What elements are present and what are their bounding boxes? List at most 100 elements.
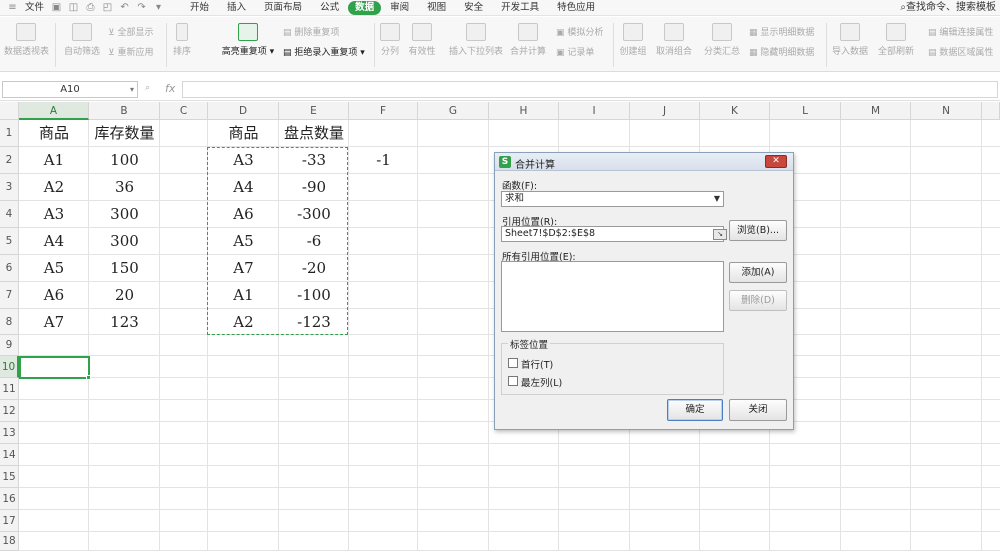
data-cell[interactable]: 300: [89, 201, 160, 228]
menu-tab[interactable]: 特色应用: [548, 1, 604, 15]
browse-button[interactable]: 浏览(B)...: [729, 220, 787, 241]
show-all-button[interactable]: ⊻ 全部显示: [108, 25, 153, 38]
column-header[interactable]: H: [489, 102, 559, 120]
data-cell[interactable]: A4: [19, 228, 89, 255]
menu-tab[interactable]: 视图: [418, 1, 455, 15]
chevron-down-icon[interactable]: ▾: [152, 2, 165, 13]
dialog-title-bar[interactable]: S 合并计算 ✕: [495, 153, 793, 171]
column-header[interactable]: B: [89, 102, 160, 120]
redo-icon[interactable]: ↷: [135, 2, 148, 13]
left-column-checkbox[interactable]: [508, 376, 518, 386]
column-header[interactable]: L: [770, 102, 841, 120]
menu-tab[interactable]: 开始: [181, 1, 218, 15]
range-picker-icon[interactable]: ↘: [713, 229, 727, 240]
row-header[interactable]: 6: [0, 255, 19, 282]
delete-duplicates-button[interactable]: ▤ 删除重复项: [283, 25, 339, 38]
row-header[interactable]: 4: [0, 201, 19, 228]
chevron-down-icon[interactable]: ▾: [130, 82, 134, 97]
column-header[interactable]: D: [208, 102, 279, 120]
data-cell[interactable]: A2: [19, 174, 89, 201]
select-all-corner[interactable]: [0, 102, 19, 120]
edit-links-button[interactable]: ▤ 编辑连接属性: [928, 25, 993, 38]
reject-duplicates-button[interactable]: ▤ 拒绝录入重复项 ▾: [283, 45, 365, 58]
print-icon[interactable]: ⎙: [84, 2, 97, 13]
ok-button[interactable]: 确定: [667, 399, 723, 421]
reapply-button[interactable]: ⊻ 重新应用: [108, 45, 153, 58]
zoom-icon[interactable]: ⌕: [145, 83, 150, 93]
validity-button[interactable]: 有效性: [405, 23, 439, 57]
menu-tab[interactable]: 页面布局: [255, 1, 311, 15]
row-header[interactable]: 12: [0, 400, 19, 422]
consolidate-button[interactable]: 合并计算: [508, 23, 548, 57]
menu-tab[interactable]: 安全: [455, 1, 492, 15]
column-header[interactable]: J: [630, 102, 700, 120]
header-cell[interactable]: 商品: [19, 120, 89, 147]
export-icon[interactable]: ◫: [67, 2, 80, 13]
row-header[interactable]: 10: [0, 356, 19, 378]
column-header[interactable]: C: [160, 102, 208, 120]
simulation-button[interactable]: ▣ 模拟分析: [556, 25, 603, 38]
close-button[interactable]: ✕: [765, 155, 787, 168]
formula-input[interactable]: [182, 81, 998, 98]
header-cell[interactable]: 库存数量: [89, 120, 160, 147]
row-header[interactable]: 5: [0, 228, 19, 255]
name-box[interactable]: A10 ▾: [2, 81, 138, 98]
data-cell[interactable]: 123: [89, 309, 160, 335]
function-select[interactable]: 求和 ▼: [501, 191, 724, 207]
range-properties-button[interactable]: ▤ 数据区域属性: [928, 45, 993, 58]
split-column-button[interactable]: 分列: [378, 23, 402, 57]
header-cell[interactable]: 商品: [208, 120, 279, 147]
hide-detail-button[interactable]: ▦ 隐藏明细数据: [749, 45, 814, 58]
data-cell[interactable]: A7: [19, 309, 89, 335]
menu-tab[interactable]: 公式: [311, 1, 348, 15]
row-header[interactable]: 1: [0, 120, 19, 147]
highlight-duplicates-button[interactable]: 高亮重复项 ▾: [220, 23, 276, 57]
close-dialog-button[interactable]: 关闭: [729, 399, 787, 421]
row-header[interactable]: 11: [0, 378, 19, 400]
active-cell[interactable]: [19, 356, 90, 379]
add-button[interactable]: 添加(A): [729, 262, 787, 283]
row-header[interactable]: 9: [0, 335, 19, 356]
header-cell[interactable]: 盘点数量: [279, 120, 349, 147]
column-header[interactable]: N: [911, 102, 982, 120]
row-header[interactable]: 16: [0, 488, 19, 510]
column-header[interactable]: K: [700, 102, 770, 120]
data-cell[interactable]: 100: [89, 147, 160, 174]
record-form-button[interactable]: ▣ 记录单: [556, 45, 594, 58]
pivot-table-button[interactable]: 数据透视表: [4, 23, 49, 57]
column-header[interactable]: M: [841, 102, 911, 120]
data-cell[interactable]: A6: [19, 282, 89, 309]
insert-dropdown-button[interactable]: 插入下拉列表: [448, 23, 504, 57]
delete-button[interactable]: 删除(D): [729, 290, 787, 311]
row-header[interactable]: 8: [0, 309, 19, 335]
sort-button[interactable]: 排序: [170, 23, 194, 57]
column-header[interactable]: I: [559, 102, 630, 120]
menu-tab[interactable]: 审阅: [381, 1, 418, 15]
row-header[interactable]: 7: [0, 282, 19, 309]
menu-tab[interactable]: 开发工具: [492, 1, 548, 15]
data-cell[interactable]: 300: [89, 228, 160, 255]
column-header[interactable]: E: [279, 102, 349, 120]
fill-handle[interactable]: [86, 375, 91, 380]
row-header[interactable]: 14: [0, 444, 19, 466]
undo-icon[interactable]: ↶: [118, 2, 131, 13]
column-header[interactable]: A: [19, 102, 89, 120]
column-header[interactable]: F: [349, 102, 418, 120]
create-group-button[interactable]: 创建组: [617, 23, 649, 57]
all-references-list[interactable]: [501, 261, 724, 332]
subtotal-button[interactable]: 分类汇总: [702, 23, 742, 57]
row-header[interactable]: 15: [0, 466, 19, 488]
data-cell[interactable]: A3: [19, 201, 89, 228]
column-header[interactable]: G: [418, 102, 489, 120]
data-cell[interactable]: 20: [89, 282, 160, 309]
command-search[interactable]: ⌕查找命令、搜索模板: [900, 0, 996, 16]
data-cell[interactable]: 36: [89, 174, 160, 201]
row-header[interactable]: 2: [0, 147, 19, 174]
menu-tab[interactable]: 插入: [218, 1, 255, 15]
auto-filter-button[interactable]: 自动筛选: [62, 23, 102, 57]
menu-tab[interactable]: 数据: [348, 0, 382, 15]
row-header[interactable]: 18: [0, 532, 19, 551]
data-cell[interactable]: A1: [19, 147, 89, 174]
first-row-checkbox[interactable]: [508, 358, 518, 368]
import-data-button[interactable]: 导入数据: [830, 23, 870, 57]
